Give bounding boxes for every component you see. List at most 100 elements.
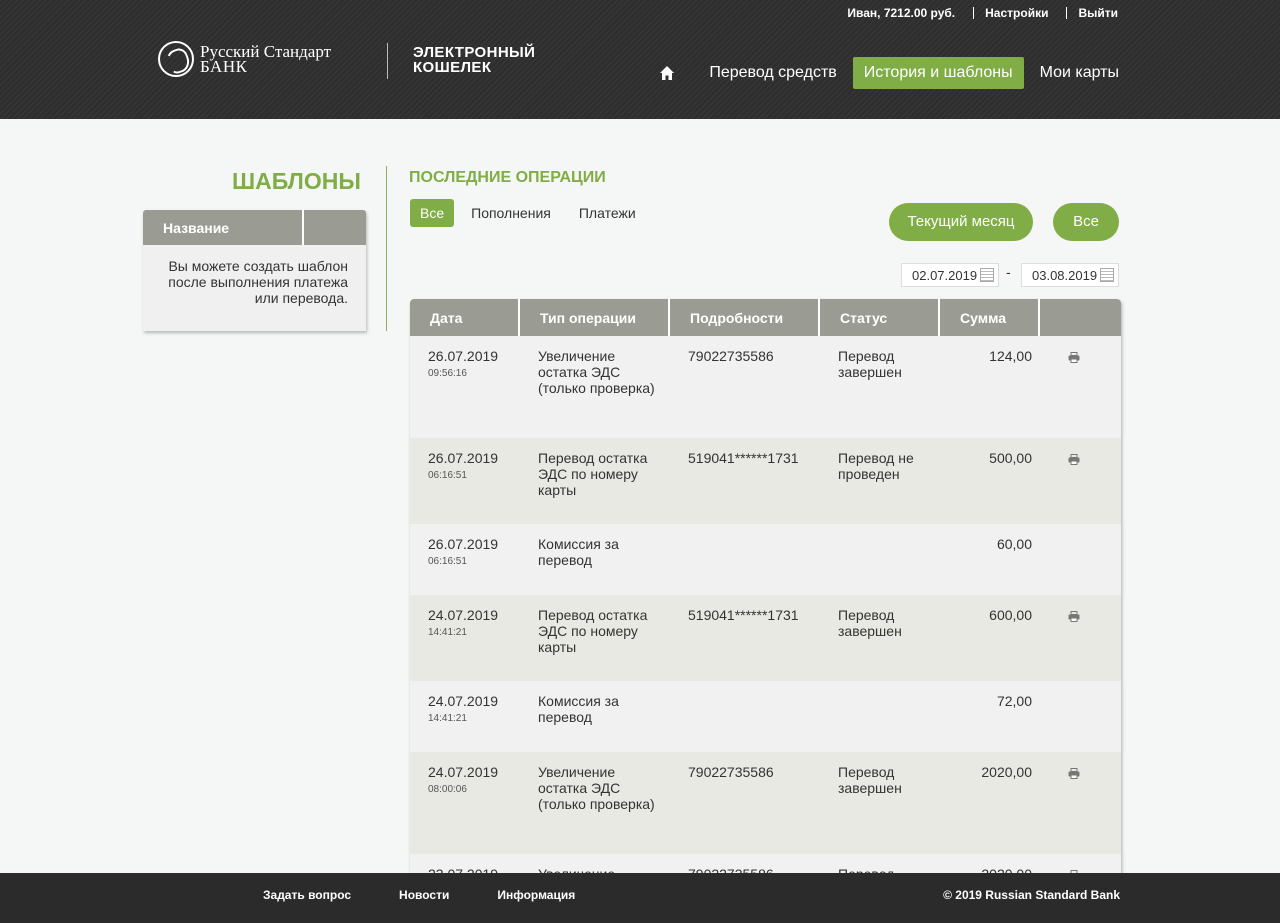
divider xyxy=(1066,7,1068,19)
row-date-cell: 23.07.2019 xyxy=(410,854,520,874)
row-operation-type: Перевод остатка ЭДС по номеру карты xyxy=(538,450,648,498)
print-icon[interactable] xyxy=(1068,452,1080,465)
row-actions xyxy=(1032,854,1119,874)
col-amount: Сумма xyxy=(940,299,1040,336)
product-name-line2: КОШЕЛЕК xyxy=(413,59,492,76)
product-name: ЭЛЕКТРОННЫЙ КОШЕЛЕК xyxy=(413,45,535,75)
col-type: Тип операции xyxy=(520,299,670,336)
product-name-line1: ЭЛЕКТРОННЫЙ xyxy=(413,44,536,61)
row-actions xyxy=(1032,681,1119,752)
main-nav: Перевод средств История и шаблоны Мои ка… xyxy=(659,57,1119,89)
row-date: 26.07.2019 xyxy=(428,348,499,364)
date-separator: - xyxy=(1006,264,1011,280)
row-date: 26.07.2019 xyxy=(428,536,499,552)
calendar-icon[interactable] xyxy=(980,268,994,282)
date-from-field[interactable]: 02.07.2019 xyxy=(901,263,999,287)
print-icon[interactable] xyxy=(1068,609,1080,622)
row-details: 519041******1731 xyxy=(688,450,799,466)
row-details: 79022735586 xyxy=(688,764,774,780)
row-details: 79022735586 xyxy=(688,348,774,364)
row-status xyxy=(820,681,930,752)
templates-panel: Название Вы можете создать шаблон после … xyxy=(143,210,366,331)
logo-divider xyxy=(387,43,388,79)
date-to-field[interactable]: 03.08.2019 xyxy=(1021,263,1119,287)
divider xyxy=(973,7,975,19)
row-amount: 124,00 xyxy=(989,348,1032,364)
col-status: Статус xyxy=(820,299,940,336)
footer: Задать вопрос Новости Информация © 2019 … xyxy=(0,873,1280,923)
templates-header: Название xyxy=(143,210,366,245)
footer-info[interactable]: Информация xyxy=(497,888,575,902)
table-body: 26.07.2019 09:56:16 Увеличение остатка ЭДС… xyxy=(410,336,1121,874)
row-amount: 500,00 xyxy=(989,450,1032,466)
footer-news[interactable]: Новости xyxy=(399,888,449,902)
table-row[interactable]: 24.07.2019 14:41:21 Перевод остатка ЭДС по… xyxy=(410,595,1121,681)
print-icon[interactable] xyxy=(1068,766,1080,779)
bank-name: Русский Стандарт БАНК xyxy=(200,43,331,76)
row-operation-type: Увеличение остатка ЭДС (только проверка) xyxy=(538,348,655,396)
date-to-value: 03.08.2019 xyxy=(1032,268,1098,283)
table-row[interactable]: 24.07.2019 14:41:21 Комиссия за перевод 72,… xyxy=(410,681,1121,752)
period-all-button[interactable]: Все xyxy=(1053,203,1119,241)
table-row[interactable]: 26.07.2019 06:16:51 Перевод остатка ЭДС по… xyxy=(410,438,1121,524)
footer-links: Задать вопрос Новости Информация xyxy=(263,888,623,902)
row-actions xyxy=(1032,752,1119,854)
table-row[interactable]: 26.07.2019 09:56:16 Увеличение остатка ЭДС… xyxy=(410,336,1121,438)
user-balance: Иван, 7212.00 руб. xyxy=(847,6,956,20)
row-date-cell: 24.07.2019 08:00:06 xyxy=(410,752,520,854)
row-actions xyxy=(1032,524,1119,595)
row-details: 519041******1731 xyxy=(688,607,799,623)
calendar-icon[interactable] xyxy=(1100,268,1114,282)
row-amount: 72,00 xyxy=(996,693,1032,709)
row-actions xyxy=(1032,336,1119,438)
templates-empty-text: Вы можете создать шаблон после выполнени… xyxy=(168,258,348,306)
table-row[interactable]: 24.07.2019 08:00:06 Увеличение остатка ЭДС… xyxy=(410,752,1121,854)
row-date-cell: 24.07.2019 14:41:21 xyxy=(410,681,520,752)
nav-history[interactable]: История и шаблоны xyxy=(852,57,1024,89)
date-from-value: 02.07.2019 xyxy=(912,268,978,283)
nav-my-cards[interactable]: Мои карты xyxy=(1029,57,1119,89)
filter-topups[interactable]: Пополнения xyxy=(471,205,551,221)
row-time: 06:16:51 xyxy=(428,556,467,567)
row-status: Перевод завершен xyxy=(838,348,902,380)
row-date: 26.07.2019 xyxy=(428,450,499,466)
templates-column-name: Название xyxy=(143,210,304,245)
home-icon[interactable] xyxy=(659,65,675,81)
bank-name-line2: БАНК xyxy=(200,57,248,76)
row-date-cell: 26.07.2019 06:16:51 xyxy=(410,524,520,595)
row-date-cell: 24.07.2019 14:41:21 xyxy=(410,595,520,681)
row-time: 08:00:06 xyxy=(428,784,467,795)
user-bar: Иван, 7212.00 руб. Настройки Выйти xyxy=(847,6,1118,20)
table-row[interactable]: 26.07.2019 06:16:51 Комиссия за перевод 60,… xyxy=(410,524,1121,595)
period-current-month-button[interactable]: Текущий месяц xyxy=(889,203,1033,241)
row-date: 24.07.2019 xyxy=(428,764,499,780)
row-date: 24.07.2019 xyxy=(428,693,499,709)
print-icon[interactable] xyxy=(1068,350,1080,363)
griffin-logo-icon xyxy=(158,41,194,77)
nav-transfer[interactable]: Перевод средств xyxy=(698,57,847,89)
logout-link[interactable]: Выйти xyxy=(1078,6,1118,20)
copyright: © 2019 Russian Standard Bank xyxy=(943,888,1120,902)
row-status: Перевод xyxy=(838,866,895,874)
footer-ask-question[interactable]: Задать вопрос xyxy=(263,888,351,902)
row-operation-type: Увеличение остатка ЭДС (только проверка) xyxy=(538,764,655,812)
operations-table: Дата Тип операции Подробности Статус Сум… xyxy=(410,299,1121,874)
filter-payments[interactable]: Платежи xyxy=(579,205,636,221)
templates-title: ШАБЛОНЫ xyxy=(232,168,361,194)
row-actions xyxy=(1032,595,1119,681)
row-date-cell: 26.07.2019 09:56:16 xyxy=(410,336,520,438)
filter-all[interactable]: Все xyxy=(410,199,455,227)
row-time: 09:56:16 xyxy=(428,368,467,379)
table-row[interactable]: 23.07.2019 Увеличение 79022735586 Перевод 20… xyxy=(410,854,1121,874)
bank-logo[interactable]: Русский Стандарт БАНК xyxy=(158,41,331,77)
settings-link[interactable]: Настройки xyxy=(985,6,1048,20)
col-actions xyxy=(1040,299,1121,336)
row-operation-type: Комиссия за перевод xyxy=(538,536,619,568)
row-actions xyxy=(1032,438,1119,524)
row-amount: 60,00 xyxy=(996,536,1032,552)
row-status: Перевод не проведен xyxy=(838,450,914,482)
row-details xyxy=(670,524,820,595)
operation-filters: Все Пополнения Платежи xyxy=(410,199,664,227)
row-time: 06:16:51 xyxy=(428,470,467,481)
table-header: Дата Тип операции Подробности Статус Сум… xyxy=(410,299,1121,336)
